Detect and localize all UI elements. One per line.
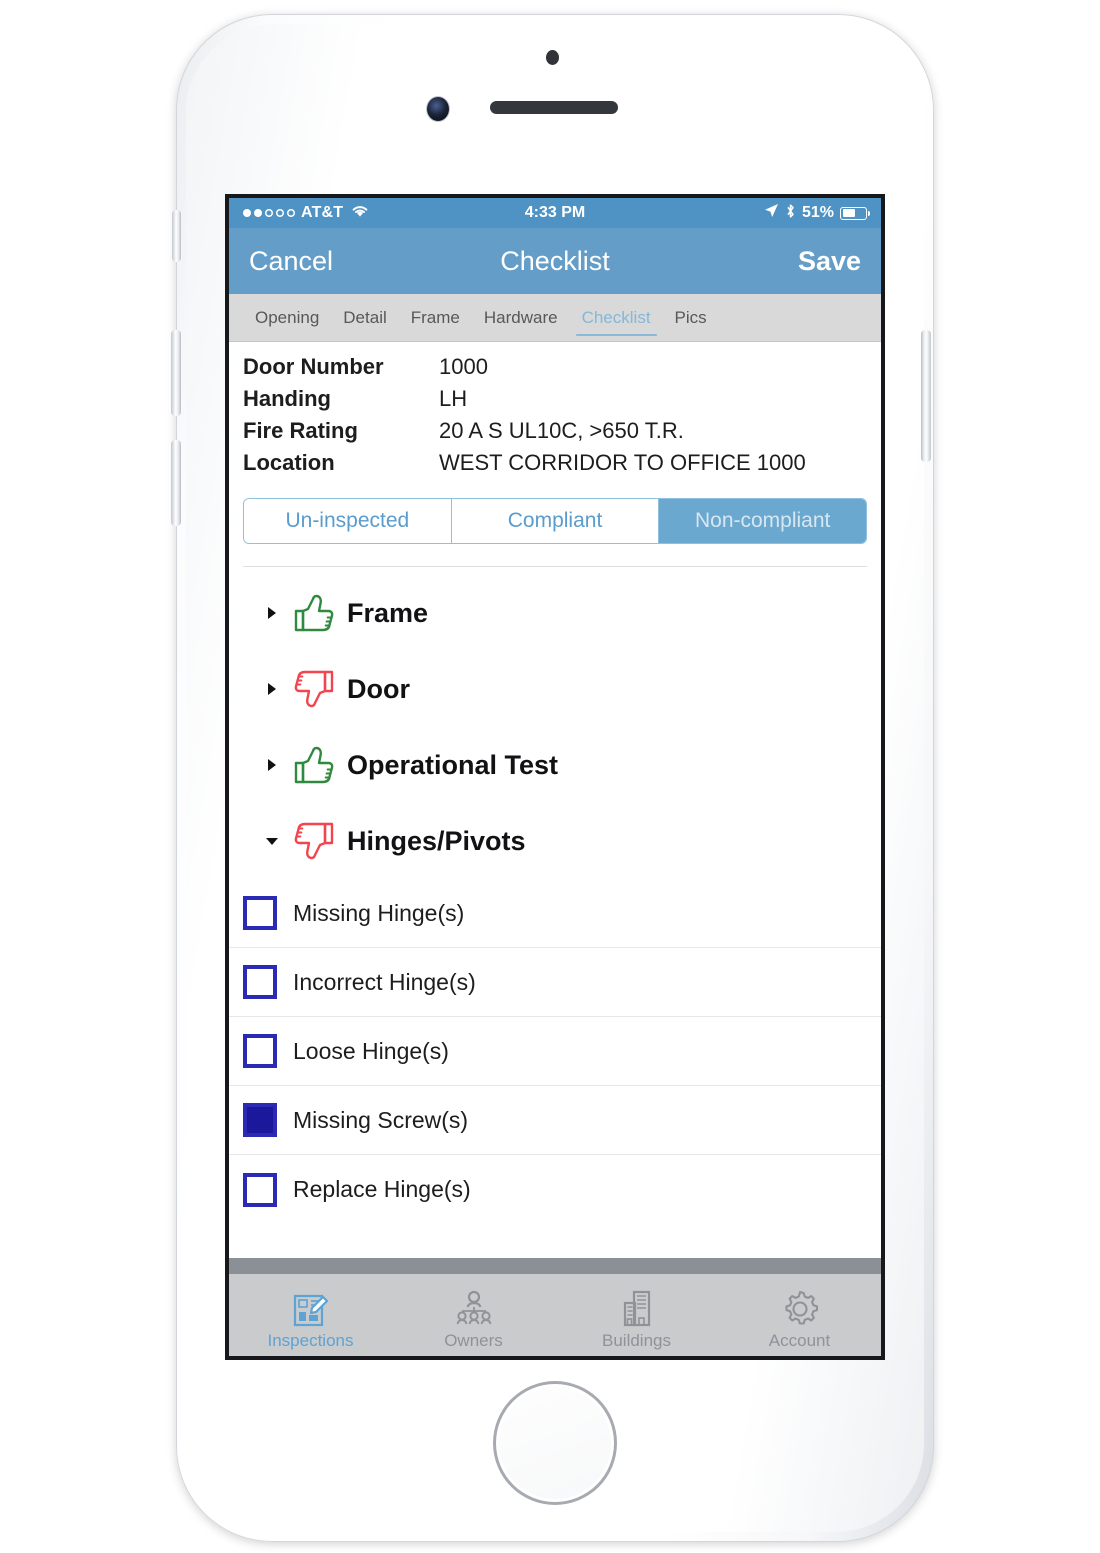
navigation-bar: Cancel Checklist Save bbox=[229, 228, 881, 294]
checklist-item-label: Missing Hinge(s) bbox=[293, 899, 465, 926]
checklist-row-missing-screws[interactable]: Missing Screw(s) bbox=[229, 1086, 881, 1155]
save-button[interactable]: Save bbox=[798, 246, 861, 277]
segment-compliant[interactable]: Compliant bbox=[451, 499, 660, 543]
power-button[interactable] bbox=[921, 330, 931, 462]
status-bar-right: 51% bbox=[764, 203, 870, 224]
checkbox-loose-hinges[interactable] bbox=[243, 1034, 277, 1068]
home-button[interactable] bbox=[496, 1384, 614, 1502]
bottom-tab-buildings[interactable]: Buildings bbox=[555, 1274, 718, 1356]
info-value: 1000 bbox=[439, 354, 488, 379]
gear-icon bbox=[779, 1286, 821, 1330]
people-group-icon bbox=[453, 1286, 495, 1330]
checklist-item-label: Incorrect Hinge(s) bbox=[293, 968, 476, 995]
clipboard-pencil-icon bbox=[290, 1286, 332, 1330]
tab-frame[interactable]: Frame bbox=[399, 294, 472, 341]
thumbs-down-icon bbox=[285, 666, 343, 712]
info-label: Fire Rating bbox=[243, 418, 358, 443]
checklist-row-incorrect-hinges[interactable]: Incorrect Hinge(s) bbox=[229, 948, 881, 1017]
carrier-label: AT&T bbox=[301, 204, 344, 221]
tab-detail[interactable]: Detail bbox=[331, 294, 398, 341]
checkbox-incorrect-hinges[interactable] bbox=[243, 965, 277, 999]
silent-switch-button[interactable] bbox=[172, 210, 181, 262]
battery-percent-label: 51% bbox=[801, 204, 834, 221]
status-bar: AT&T 4:33 PM 51% bbox=[229, 198, 881, 228]
bottom-tab-owners[interactable]: Owners bbox=[392, 1274, 555, 1356]
info-label: Location bbox=[243, 450, 335, 475]
info-row-location: Location WEST CORRIDOR TO OFFICE 1000 bbox=[243, 450, 867, 476]
tab-opening[interactable]: Opening bbox=[243, 294, 331, 341]
segment-non-compliant[interactable]: Non-compliant bbox=[659, 499, 866, 543]
status-bar-left: AT&T bbox=[243, 204, 369, 223]
front-camera-icon bbox=[427, 97, 449, 121]
category-label: Door bbox=[347, 673, 410, 704]
tab-pics[interactable]: Pics bbox=[663, 294, 719, 341]
category-label: Hinges/Pivots bbox=[347, 825, 526, 856]
tab-hardware[interactable]: Hardware bbox=[472, 294, 570, 341]
segment-un-inspected[interactable]: Un-inspected bbox=[244, 499, 452, 543]
checklist-row-replace-hinges[interactable]: Replace Hinge(s) bbox=[229, 1155, 881, 1224]
phone-screen: AT&T 4:33 PM 51% Cancel Checklist Save O… bbox=[225, 194, 885, 1360]
chevron-right-icon[interactable] bbox=[259, 757, 285, 773]
bottom-tab-bar: Inspections Owners Buildings Account bbox=[229, 1274, 881, 1356]
category-row-frame[interactable]: Frame bbox=[229, 575, 881, 651]
checklist-row-loose-hinges[interactable]: Loose Hinge(s) bbox=[229, 1017, 881, 1086]
info-row-handing: Handing LH bbox=[243, 386, 867, 412]
chevron-right-icon[interactable] bbox=[259, 681, 285, 697]
inspection-status-control-wrap: Un-inspected Compliant Non-compliant bbox=[229, 488, 881, 544]
buildings-icon bbox=[616, 1286, 658, 1330]
checklist-item-label: Loose Hinge(s) bbox=[293, 1037, 449, 1064]
bottom-tab-label: Account bbox=[768, 1330, 831, 1350]
door-info-table: Door Number 1000 Handing LH Fire Rating … bbox=[229, 342, 881, 488]
category-list: Frame Door Operational Test Hinges/Pivot… bbox=[229, 567, 881, 879]
info-row-door-number: Door Number 1000 bbox=[243, 354, 867, 380]
battery-icon bbox=[840, 206, 870, 220]
info-row-fire-rating: Fire Rating 20 A S UL10C, >650 T.R. bbox=[243, 418, 867, 444]
bottom-tab-label: Buildings bbox=[602, 1330, 671, 1350]
category-row-door[interactable]: Door bbox=[229, 651, 881, 727]
info-label: Door Number bbox=[243, 354, 384, 379]
chevron-down-icon[interactable] bbox=[259, 834, 285, 848]
inspection-status-segmented-control[interactable]: Un-inspected Compliant Non-compliant bbox=[243, 498, 867, 544]
bluetooth-icon bbox=[785, 203, 796, 224]
wifi-icon bbox=[351, 204, 369, 223]
info-value: LH bbox=[439, 386, 468, 411]
checklist-content: Door Number 1000 Handing LH Fire Rating … bbox=[229, 342, 881, 1258]
tabbar-separator bbox=[229, 1258, 881, 1274]
checklist-item-label: Missing Screw(s) bbox=[293, 1106, 469, 1133]
checkbox-missing-screws[interactable] bbox=[243, 1103, 277, 1137]
thumbs-down-icon bbox=[285, 818, 343, 864]
checklist-items: Missing Hinge(s) Incorrect Hinge(s) Loos… bbox=[229, 879, 881, 1224]
category-row-operational-test[interactable]: Operational Test bbox=[229, 727, 881, 803]
bottom-tab-inspections[interactable]: Inspections bbox=[229, 1274, 392, 1356]
volume-up-button[interactable] bbox=[171, 330, 181, 416]
bottom-tab-account[interactable]: Account bbox=[718, 1274, 881, 1356]
location-arrow-icon bbox=[764, 203, 779, 223]
earpiece-speaker bbox=[490, 101, 618, 114]
bottom-tab-label: Inspections bbox=[267, 1330, 354, 1350]
info-label: Handing bbox=[243, 386, 331, 411]
chevron-right-icon[interactable] bbox=[259, 605, 285, 621]
checklist-row-missing-hinges[interactable]: Missing Hinge(s) bbox=[229, 879, 881, 948]
info-value: WEST CORRIDOR TO OFFICE 1000 bbox=[439, 450, 806, 475]
volume-down-button[interactable] bbox=[171, 440, 181, 526]
checkbox-replace-hinges[interactable] bbox=[243, 1172, 277, 1207]
category-label: Frame bbox=[347, 597, 429, 628]
bottom-tab-label: Owners bbox=[444, 1330, 503, 1350]
signal-strength-icon bbox=[243, 209, 295, 217]
info-value: 20 A S UL10C, >650 T.R. bbox=[439, 418, 684, 443]
proximity-sensor-icon bbox=[546, 50, 559, 65]
checklist-item-label: Replace Hinge(s) bbox=[293, 1176, 471, 1202]
phone-stage: AT&T 4:33 PM 51% Cancel Checklist Save O… bbox=[0, 0, 1100, 1553]
category-row-hinges-pivots[interactable]: Hinges/Pivots bbox=[229, 803, 881, 879]
checkbox-missing-hinges[interactable] bbox=[243, 896, 277, 930]
thumbs-up-icon bbox=[285, 590, 343, 636]
category-label: Operational Test bbox=[347, 749, 559, 780]
thumbs-up-icon bbox=[285, 742, 343, 788]
section-tab-bar: Opening Detail Frame Hardware Checklist … bbox=[229, 294, 881, 342]
cancel-button[interactable]: Cancel bbox=[249, 246, 333, 277]
tab-checklist[interactable]: Checklist bbox=[570, 294, 663, 341]
